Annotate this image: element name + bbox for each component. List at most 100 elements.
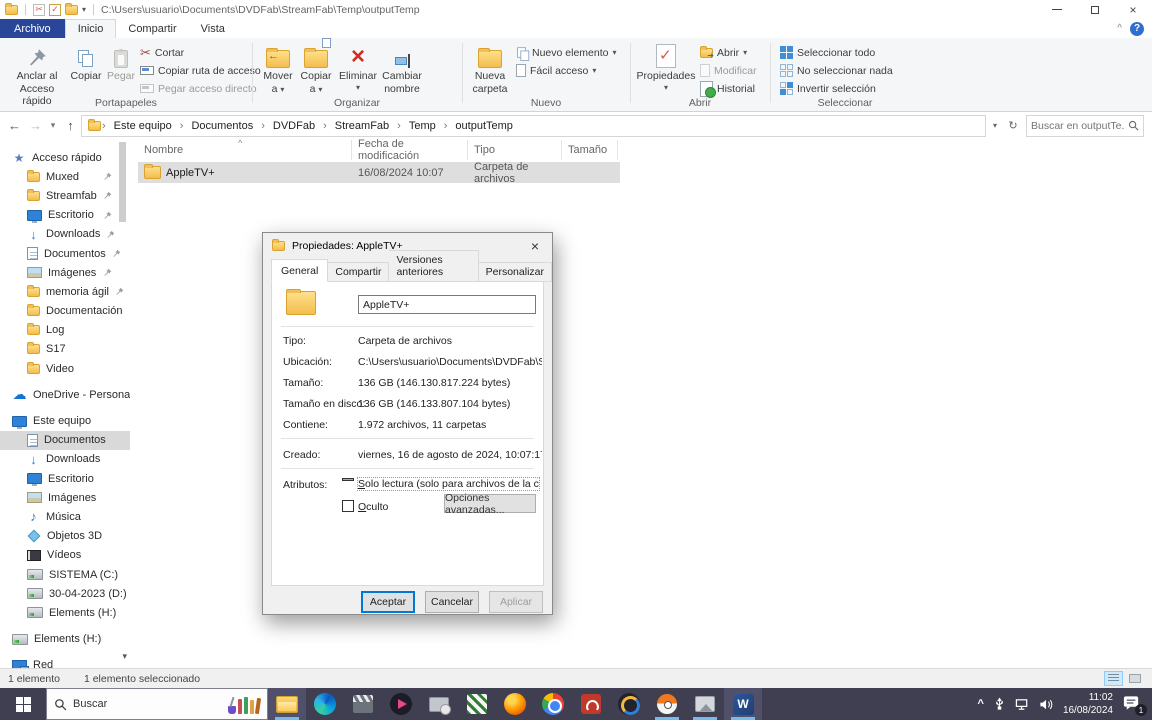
minimize-button[interactable] [1038,0,1076,19]
copy-button[interactable]: Copiar [68,42,104,83]
taskbar-streamfab[interactable] [648,688,686,720]
open-button[interactable]: Abrir▾ [700,44,747,61]
refresh-icon[interactable]: ↻ [1004,115,1022,137]
sidebar-item-documentos-qa[interactable]: Documentos [0,244,130,263]
help-icon[interactable]: ? [1130,21,1144,36]
folder-name-input[interactable] [358,295,536,314]
dialog-close-icon[interactable]: × [518,233,552,259]
dialog-tab-general[interactable]: General [271,259,329,282]
details-view-button[interactable] [1104,671,1123,686]
invert-selection-button[interactable]: Invertir selección [780,80,876,97]
crumb-documentos[interactable]: Documentos [184,120,260,132]
restore-button[interactable] [1076,0,1114,19]
select-none-button[interactable]: No seleccionar nada [780,62,893,79]
crumb-este-equipo[interactable]: Este equipo [107,120,179,132]
sidebar-item-streamfab[interactable]: Streamfab [0,186,130,205]
tab-compartir[interactable]: Compartir [116,19,188,38]
taskbar-vnc[interactable] [458,688,496,720]
sidebar-item-imagenes-qa[interactable]: Imágenes [0,263,130,282]
crumb-streamfab[interactable]: StreamFab [328,120,396,132]
edit-button[interactable]: Modificar [700,62,757,79]
search-box[interactable] [1026,114,1144,137]
dialog-tab-compartir[interactable]: Compartir [328,262,390,282]
column-header-size[interactable]: Tamaño [562,140,618,160]
taskbar-word[interactable]: W [724,688,762,720]
taskbar-firefox[interactable] [496,688,534,720]
sidebar-item-sistema-c[interactable]: SISTEMA (C:) [0,565,130,584]
taskbar-acrobat[interactable] [572,688,610,720]
move-to-button[interactable]: ← Mover a ▾ [260,42,296,95]
sidebar-item-elements-h[interactable]: Elements (H:) [0,603,130,622]
close-button[interactable]: × [1114,0,1152,19]
easy-access-button[interactable]: Fácil acceso ▾ [516,62,596,79]
hidden-label[interactable]: Oculto [358,501,418,513]
sidebar-item-memoria-agil[interactable]: memoria ágil [0,282,130,301]
tab-archivo[interactable]: Archivo [0,19,65,38]
sidebar-item-documentos[interactable]: Documentos [0,430,130,450]
taskbar-chrome[interactable] [534,688,572,720]
column-header-type[interactable]: Tipo [468,140,562,160]
collapse-ribbon-icon[interactable]: ^ [1117,23,1122,34]
advanced-options-button[interactable]: Opciones avanzadas... [444,492,536,516]
select-all-button[interactable]: Seleccionar todo [780,44,875,61]
hidden-checkbox[interactable] [342,500,354,512]
address-dropdown-icon[interactable]: ▾ [986,115,1004,137]
sidebar-item-escritorio-pc[interactable]: Escritorio [0,469,130,488]
dialog-tab-versiones[interactable]: Versiones anteriores [389,250,479,282]
sidebar-scroll-down-icon[interactable]: ▾ [122,651,127,662]
ok-button[interactable]: Aceptar [361,591,415,613]
start-button[interactable] [0,688,46,720]
properties-shortcut-icon[interactable]: ✂ [33,3,45,16]
properties-button[interactable]: Propiedades ▾ [637,42,695,92]
column-header-modified[interactable]: Fecha de modificación [352,138,468,162]
breadcrumb[interactable]: › Este equipo › Documentos › DVDFab › St… [81,114,986,137]
readonly-checkbox[interactable] [342,478,354,481]
tab-vista[interactable]: Vista [189,19,237,38]
tab-inicio[interactable]: Inicio [64,19,117,38]
sidebar-this-pc[interactable]: Este equipo [0,411,130,430]
sidebar-item-escritorio[interactable]: Escritorio [0,206,130,225]
properties-shortcut-icon[interactable]: ✓ [49,3,61,16]
copy-path-button[interactable]: Copiar ruta de acceso [140,62,261,79]
column-header-name[interactable]: Nombre [138,140,352,160]
sidebar-elements-drive[interactable]: Elements (H:) [0,630,130,649]
history-button[interactable]: Historial [700,80,755,98]
action-center-icon[interactable]: 1 [1122,694,1147,716]
crumb-outputtemp[interactable]: outputTemp [448,120,519,132]
sidebar-item-video[interactable]: Video [0,359,130,378]
sidebar-quick-access[interactable]: ★ Acceso rápido [0,148,130,167]
search-input[interactable] [1031,119,1125,132]
tray-expand-icon[interactable]: ^ [978,698,984,710]
taskbar-clapper-app[interactable] [344,688,382,720]
readonly-label[interactable]: Solo lectura (solo para archivos de la c… [357,477,540,491]
apply-button[interactable]: Aplicar [489,591,543,613]
up-button[interactable]: ↑ [60,115,81,137]
usb-icon[interactable] [993,697,1006,711]
qat-dropdown-icon[interactable]: ▾ [82,5,86,14]
file-row-appletv[interactable]: AppleTV+ 16/08/2024 10:07 Carpeta de arc… [138,161,620,185]
taskbar-edge[interactable] [306,688,344,720]
volume-icon[interactable] [1039,698,1054,711]
delete-button[interactable]: × Eliminar ▾ [338,42,378,92]
forward-button[interactable]: → [25,115,46,137]
sidebar-scrollbar-thumb[interactable] [119,142,126,222]
sidebar-item-d-drive[interactable]: 30-04-2023 (D:) [0,584,130,603]
paste-shortcut-button[interactable]: Pegar acceso directo [140,80,257,97]
sidebar-item-videos[interactable]: Vídeos [0,546,130,565]
cut-button[interactable]: ✂ Cortar [140,44,184,61]
crumb-dvdfab[interactable]: DVDFab [266,120,322,132]
back-button[interactable]: ← [4,115,25,137]
new-item-button[interactable]: Nuevo elemento ▾ [516,44,616,61]
sidebar-item-downloads[interactable]: ↓ Downloads [0,225,130,244]
crumb-temp[interactable]: Temp [402,120,443,132]
cancel-button[interactable]: Cancelar [425,591,479,613]
taskbar-search[interactable]: Buscar [46,688,268,720]
sidebar-item-muxed[interactable]: Muxed [0,167,130,186]
sidebar-item-log[interactable]: Log [0,321,130,340]
sidebar-onedrive[interactable]: ☁ OneDrive - Personal [0,385,131,404]
sidebar-item-s17[interactable]: S17 [0,340,130,359]
taskbar-media-player[interactable] [382,688,420,720]
sidebar-item-downloads-pc[interactable]: ↓ Downloads [0,450,130,469]
taskbar-remote-desktop[interactable] [420,688,458,720]
sidebar-network[interactable]: Red [0,656,130,668]
